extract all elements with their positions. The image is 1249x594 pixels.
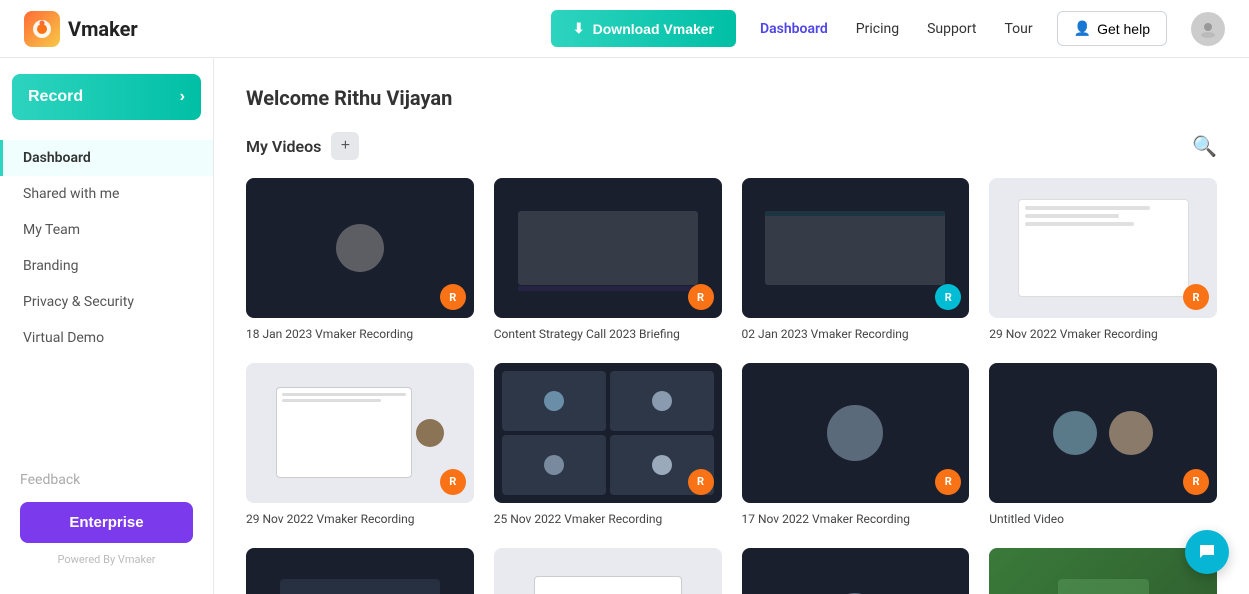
add-folder-button[interactable]: + <box>331 132 359 160</box>
video-card[interactable] <box>494 548 722 594</box>
sidebar-item-label: Branding <box>23 258 78 274</box>
video-card[interactable] <box>989 548 1217 594</box>
sidebar-item-shared[interactable]: Shared with me <box>0 176 213 212</box>
sidebar: Record › Dashboard Shared with me My Tea… <box>0 58 214 594</box>
video-thumbnail: R <box>246 178 474 318</box>
avatar-badge: R <box>440 284 466 310</box>
video-thumbnail: R <box>494 178 722 318</box>
video-card[interactable]: R 17 Nov 2022 Vmaker Recording <box>742 363 970 528</box>
download-button[interactable]: ⬇ Download Vmaker <box>551 10 736 47</box>
video-thumbnail: R <box>989 178 1217 318</box>
enterprise-button[interactable]: Enterprise <box>20 502 193 543</box>
main-content: Welcome Rithu Vijayan My Videos + 🔍 R 18… <box>214 58 1249 594</box>
sidebar-item-branding[interactable]: Branding <box>0 248 213 284</box>
video-thumbnail <box>246 548 474 594</box>
record-label: Record <box>28 88 83 106</box>
nav-tour[interactable]: Tour <box>1005 21 1033 37</box>
video-card[interactable]: R 02 Jan 2023 Vmaker Recording <box>742 178 970 343</box>
header-center: ⬇ Download Vmaker Dashboard Pricing Supp… <box>551 10 1225 47</box>
avatar-badge: R <box>688 284 714 310</box>
get-help-label: Get help <box>1097 21 1150 37</box>
video-thumbnail <box>742 548 970 594</box>
user-avatar[interactable] <box>1191 12 1225 46</box>
video-title: 29 Nov 2022 Vmaker Recording <box>989 326 1217 343</box>
powered-by: Powered By Vmaker <box>20 553 193 566</box>
welcome-title: Welcome Rithu Vijayan <box>246 86 1217 110</box>
video-grid: R 18 Jan 2023 Vmaker Recording R Content… <box>246 178 1217 594</box>
video-title: 29 Nov 2022 Vmaker Recording <box>246 511 474 528</box>
logo-text: Vmaker <box>68 17 138 41</box>
video-thumbnail: R <box>494 363 722 503</box>
avatar-badge: R <box>440 469 466 495</box>
section-header: My Videos + 🔍 <box>246 132 1217 160</box>
app-layout: Record › Dashboard Shared with me My Tea… <box>0 0 1249 594</box>
video-card[interactable]: R 18 Jan 2023 Vmaker Recording <box>246 178 474 343</box>
sidebar-item-label: Privacy & Security <box>23 294 134 310</box>
video-card[interactable]: R 29 Nov 2022 Vmaker Recording <box>989 178 1217 343</box>
avatar-badge: R <box>1183 284 1209 310</box>
video-card[interactable]: R Untitled Video <box>989 363 1217 528</box>
record-chevron-icon: › <box>180 88 185 106</box>
sidebar-item-privacy[interactable]: Privacy & Security <box>0 284 213 320</box>
nav-support[interactable]: Support <box>927 21 976 37</box>
sidebar-item-myteam[interactable]: My Team <box>0 212 213 248</box>
video-title: 17 Nov 2022 Vmaker Recording <box>742 511 970 528</box>
sidebar-item-virtualdemo[interactable]: Virtual Demo <box>0 320 213 356</box>
video-card[interactable]: R 29 Nov 2022 Vmaker Recording <box>246 363 474 528</box>
avatar-badge: R <box>1183 469 1209 495</box>
avatar-badge: R <box>935 469 961 495</box>
sidebar-item-label: My Team <box>23 222 80 238</box>
sidebar-nav: Dashboard Shared with me My Team Brandin… <box>0 140 213 460</box>
video-card[interactable]: R Content Strategy Call 2023 Briefing <box>494 178 722 343</box>
logo-icon <box>24 11 60 47</box>
get-help-icon: 👤 <box>1074 20 1091 37</box>
video-thumbnail <box>989 548 1217 594</box>
sidebar-item-label: Dashboard <box>23 150 91 166</box>
avatar-badge: R <box>688 469 714 495</box>
video-card[interactable] <box>742 548 970 594</box>
download-icon: ⬇ <box>573 20 585 37</box>
video-thumbnail <box>494 548 722 594</box>
chat-bubble[interactable] <box>1185 530 1229 574</box>
header-nav: Dashboard Pricing Support Tour <box>760 21 1033 37</box>
video-title: Content Strategy Call 2023 Briefing <box>494 326 722 343</box>
video-title: Untitled Video <box>989 511 1217 528</box>
video-title: 02 Jan 2023 Vmaker Recording <box>742 326 970 343</box>
nav-dashboard[interactable]: Dashboard <box>760 21 828 37</box>
video-thumbnail: R <box>246 363 474 503</box>
search-icon[interactable]: 🔍 <box>1192 134 1217 158</box>
video-title: 25 Nov 2022 Vmaker Recording <box>494 511 722 528</box>
sidebar-item-label: Shared with me <box>23 186 119 202</box>
logo[interactable]: Vmaker <box>24 11 138 47</box>
video-thumbnail: R <box>742 178 970 318</box>
video-card[interactable] <box>246 548 474 594</box>
app-header: Vmaker ⬇ Download Vmaker Dashboard Prici… <box>0 0 1249 58</box>
video-thumbnail: R <box>742 363 970 503</box>
nav-pricing[interactable]: Pricing <box>856 21 899 37</box>
record-button[interactable]: Record › <box>12 74 201 120</box>
sidebar-bottom: Feedback Enterprise Powered By Vmaker <box>0 460 213 578</box>
enterprise-label: Enterprise <box>69 514 143 531</box>
sidebar-item-label: Virtual Demo <box>23 330 104 346</box>
feedback-link[interactable]: Feedback <box>20 472 193 488</box>
video-card[interactable]: R 25 Nov 2022 Vmaker Recording <box>494 363 722 528</box>
section-title: My Videos <box>246 137 321 156</box>
download-label: Download Vmaker <box>593 21 714 37</box>
video-thumbnail: R <box>989 363 1217 503</box>
sidebar-item-dashboard[interactable]: Dashboard <box>0 140 213 176</box>
get-help-button[interactable]: 👤 Get help <box>1057 11 1167 46</box>
video-title: 18 Jan 2023 Vmaker Recording <box>246 326 474 343</box>
